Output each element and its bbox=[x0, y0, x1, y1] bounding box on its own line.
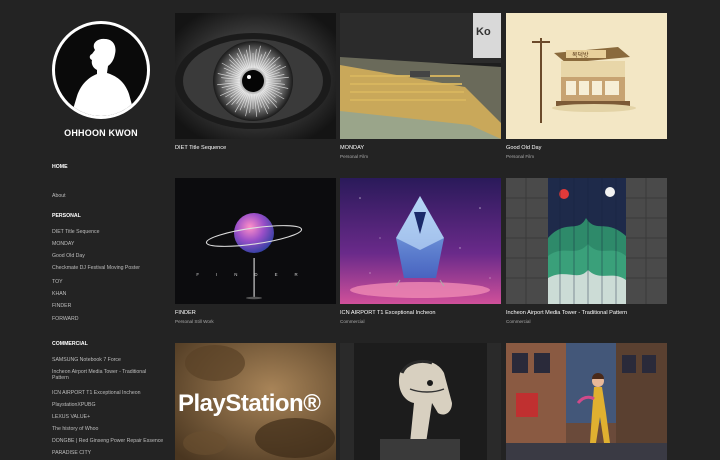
nav-commercial-item[interactable]: LEXUS VALUE+ bbox=[52, 414, 90, 420]
project-title[interactable]: FINDER bbox=[175, 310, 196, 316]
nav-commercial-item[interactable]: DONGBE | Red Ginseng Power Repair Essenc… bbox=[52, 438, 163, 444]
nav-about[interactable]: About bbox=[52, 193, 66, 199]
finder-wordmark: FINDER bbox=[196, 272, 315, 277]
svg-text:Ko: Ko bbox=[476, 26, 491, 38]
project-category: Personal Still Work bbox=[175, 319, 214, 324]
thumbnail-icn-crystal[interactable] bbox=[340, 178, 501, 304]
thumbnail-shop[interactable]: 복덕방 bbox=[506, 13, 667, 139]
nav-commercial-item[interactable]: PARADISE CITY bbox=[52, 450, 91, 456]
project-category: Commercial bbox=[506, 319, 531, 324]
nav-home[interactable]: HOME bbox=[52, 164, 68, 170]
playstation-logo: PlayStation® bbox=[178, 390, 321, 417]
nav-commercial-item[interactable]: PlaystationXPUBG bbox=[52, 402, 96, 408]
thumbnail-street[interactable] bbox=[506, 343, 667, 460]
project-title[interactable]: Good Old Day bbox=[506, 145, 541, 151]
nav-commercial-item[interactable]: Incheon Airport Media Tower - Traditiona… bbox=[52, 369, 164, 381]
nav-commercial-item[interactable]: The history of Whoo bbox=[52, 426, 98, 432]
nav-personal-item[interactable]: TOY bbox=[52, 279, 63, 285]
nav-personal-item[interactable]: FINDER bbox=[52, 303, 71, 309]
thumbnail-playstation[interactable]: PlayStation® bbox=[175, 343, 336, 460]
nav-commercial-item[interactable]: ICN AIRPORT T1 Exceptional Incheon bbox=[52, 390, 141, 396]
nav-personal-item[interactable]: Checkmate DJ Festival Moving Poster bbox=[52, 265, 140, 271]
project-category: Personal Film bbox=[340, 154, 369, 159]
project-title[interactable]: MONDAY bbox=[340, 145, 364, 151]
nav-personal-item[interactable]: Good Old Day bbox=[52, 253, 85, 259]
nav-personal-item[interactable]: FORWARD bbox=[52, 316, 79, 322]
thumbnail-horse[interactable] bbox=[340, 343, 501, 460]
thumbnail-finder[interactable]: FINDER bbox=[175, 178, 336, 304]
thumbnail-media-tower[interactable] bbox=[506, 178, 667, 304]
site-name[interactable]: OHHOON KWON bbox=[0, 128, 202, 138]
thumbnail-monday[interactable]: Ko bbox=[340, 13, 501, 139]
project-category: Commercial bbox=[340, 319, 365, 324]
nav-personal-item[interactable]: DIET Title Sequence bbox=[52, 229, 99, 235]
project-category: Personal Film bbox=[506, 154, 535, 159]
nav-personal-item[interactable]: MONDAY bbox=[52, 241, 74, 247]
nav-personal-item[interactable]: KHAN bbox=[52, 291, 66, 297]
profile-silhouette-icon bbox=[71, 38, 135, 116]
nav-personal-heading: PERSONAL bbox=[52, 213, 81, 219]
sidebar: OHHOON KWON HOME About PERSONAL DIET Tit… bbox=[0, 0, 172, 460]
thumbnail-eye[interactable] bbox=[175, 13, 336, 139]
avatar[interactable] bbox=[52, 21, 150, 119]
nav-commercial-heading: COMMERCIAL bbox=[52, 341, 88, 347]
nav-commercial-item[interactable]: SAMSUNG Notebook 7 Force bbox=[52, 357, 121, 363]
project-title[interactable]: DIET Title Sequence bbox=[175, 145, 226, 151]
project-title[interactable]: ICN AIRPORT T1 Exceptional Incheon bbox=[340, 310, 435, 316]
svg-text:복덕방: 복덕방 bbox=[572, 51, 589, 59]
project-title[interactable]: Incheon Airport Media Tower - Traditiona… bbox=[506, 310, 627, 316]
